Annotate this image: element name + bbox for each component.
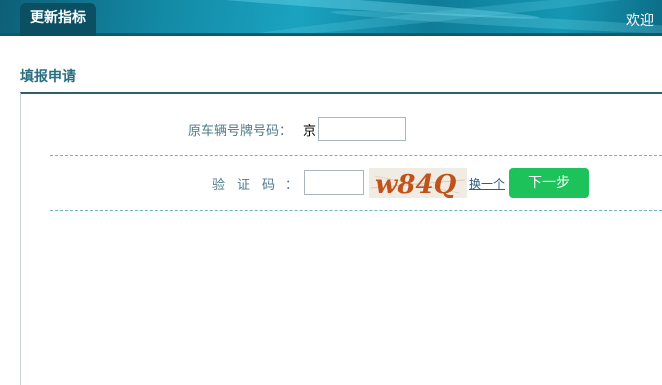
header-divider bbox=[0, 33, 662, 36]
captcha-input[interactable] bbox=[304, 170, 364, 195]
plate-number-label: 原车辆号牌号码： bbox=[188, 124, 293, 139]
row-divider bbox=[50, 155, 662, 156]
plate-prefix: 京 bbox=[303, 124, 317, 139]
captcha-label: 验证码 bbox=[212, 178, 288, 193]
plate-number-input[interactable] bbox=[318, 117, 406, 141]
next-step-button[interactable]: 下一步 bbox=[509, 168, 589, 198]
captcha-graphic: w84Q bbox=[370, 170, 466, 198]
refresh-captcha-link[interactable]: 换一个 bbox=[469, 175, 505, 192]
tab-update-indicator[interactable]: 更新指标 bbox=[20, 3, 96, 36]
top-header-bar bbox=[0, 0, 662, 36]
welcome-text: 欢迎 bbox=[626, 13, 654, 29]
row-divider bbox=[50, 210, 662, 211]
captcha-text: w84Q bbox=[375, 170, 457, 198]
captcha-label-colon: ： bbox=[285, 178, 299, 193]
section-title: 填报申请 bbox=[20, 69, 76, 85]
captcha-image: w84Q bbox=[369, 168, 467, 198]
